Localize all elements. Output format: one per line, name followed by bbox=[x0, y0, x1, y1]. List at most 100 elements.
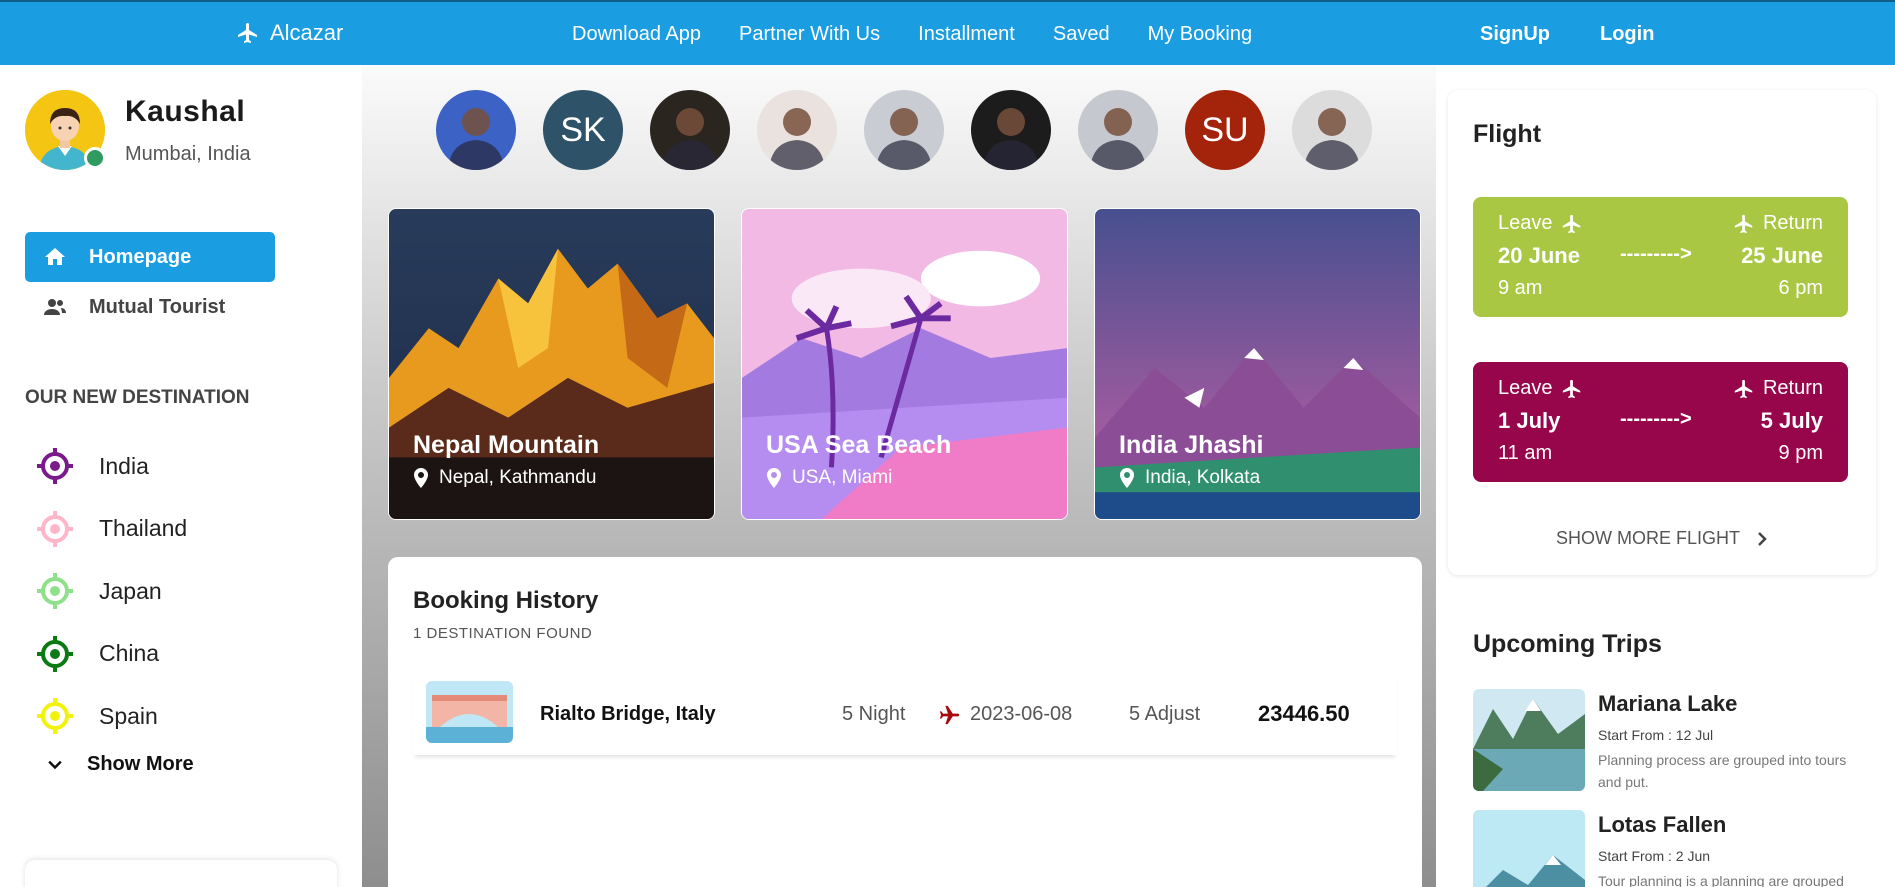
sidebar-item-label: Mutual Tourist bbox=[89, 295, 226, 318]
booking-date: 2023-06-08 bbox=[970, 703, 1073, 725]
destination-item[interactable]: Thailand bbox=[35, 498, 187, 561]
plane-icon bbox=[1734, 214, 1753, 233]
person-avatar[interactable] bbox=[864, 90, 944, 170]
trip-name: Mariana Lake bbox=[1598, 691, 1738, 716]
nav-download-app[interactable]: Download App bbox=[572, 23, 701, 46]
trip-name: Lotas Fallen bbox=[1598, 812, 1727, 837]
target-icon bbox=[37, 510, 73, 547]
booking-history-subtitle: 1 DESTINATION FOUND bbox=[413, 625, 593, 642]
trip-thumbnail bbox=[1473, 689, 1585, 791]
brand-name: Alcazar bbox=[270, 20, 344, 45]
booking-destination: Rialto Bridge, Italy bbox=[540, 703, 716, 725]
destination-name: India bbox=[99, 452, 149, 479]
user-photo-icon bbox=[983, 108, 1039, 170]
card-location: India, Kolkata bbox=[1119, 467, 1260, 489]
leave-label-group: Leave bbox=[1498, 212, 1583, 235]
destination-name: China bbox=[99, 640, 160, 667]
flight-panel: Flight Leave Return 20 June ---------> 2… bbox=[1448, 90, 1876, 575]
card-location-label: USA, Miami bbox=[792, 467, 893, 488]
home-icon bbox=[45, 248, 65, 265]
person-avatar[interactable] bbox=[971, 90, 1051, 170]
show-more-flight-button[interactable]: SHOW MORE FLIGHT bbox=[1556, 528, 1770, 549]
trip-start: Start From : 12 Jul bbox=[1598, 727, 1714, 743]
destination-item[interactable]: Spain bbox=[35, 685, 187, 748]
nav-partner-with-us[interactable]: Partner With Us bbox=[739, 23, 880, 46]
plane-icon bbox=[1562, 379, 1580, 398]
sidebar-menu: Homepage Mutual Tourist bbox=[25, 232, 275, 332]
person-avatar[interactable] bbox=[1078, 90, 1158, 170]
booking-history-panel: Booking History 1 DESTINATION FOUND Rial… bbox=[388, 557, 1422, 887]
brand-logo[interactable]: Alcazar bbox=[236, 20, 343, 46]
destination-card-nepal[interactable]: Nepal Mountain Nepal, Kathmandu bbox=[388, 208, 715, 520]
trip-description: Planning process are grouped into tours … bbox=[1598, 752, 1847, 790]
destination-name: Spain bbox=[99, 702, 158, 729]
sidebar-item-homepage[interactable]: Homepage bbox=[25, 232, 275, 282]
person-avatar[interactable] bbox=[650, 90, 730, 170]
destination-list: India Thailand Japan China Spain bbox=[35, 435, 187, 748]
destination-item[interactable]: India bbox=[35, 435, 187, 498]
sidebar-item-mutual-tourist[interactable]: Mutual Tourist bbox=[25, 282, 275, 332]
user-photo-icon bbox=[448, 108, 504, 170]
user-photo-icon bbox=[769, 108, 825, 170]
table-row[interactable]: Rialto Bridge, Italy 5 Night 2023-06-08 … bbox=[413, 675, 1397, 755]
destination-item[interactable]: China bbox=[35, 623, 187, 686]
person-avatar[interactable]: SU bbox=[1185, 90, 1265, 170]
destination-card-usa[interactable]: USA Sea Beach USA, Miami bbox=[741, 208, 1068, 520]
booking-adjust: 5 Adjust bbox=[1129, 703, 1201, 725]
signup-link[interactable]: SignUp bbox=[1480, 23, 1550, 46]
return-label-group: Return bbox=[1733, 212, 1823, 235]
trip-start: Start From : 2 Jun bbox=[1598, 848, 1711, 864]
departure-time: 9 am bbox=[1498, 277, 1543, 299]
person-avatar[interactable] bbox=[436, 90, 516, 170]
online-status-dot bbox=[84, 147, 106, 169]
trip-thumbnail bbox=[1473, 810, 1585, 887]
show-more-flight-label: SHOW MORE FLIGHT bbox=[1556, 528, 1740, 548]
show-more-destinations-button[interactable]: Show More bbox=[45, 753, 194, 776]
profile-location: Mumbai, India bbox=[125, 143, 251, 165]
card-location-label: India, Kolkata bbox=[1145, 467, 1261, 488]
flight-card[interactable]: Leave Return 1 July ---------> 5 July 11… bbox=[1473, 362, 1848, 482]
card-title: India Jhashi bbox=[1119, 431, 1264, 459]
sidebar: Kaushal Mumbai, India Homepage Mutual To… bbox=[0, 65, 362, 887]
return-time: 9 pm bbox=[1778, 442, 1823, 464]
person-avatar[interactable]: SK bbox=[543, 90, 623, 170]
login-link[interactable]: Login bbox=[1600, 23, 1654, 46]
nav-installment[interactable]: Installment bbox=[918, 23, 1015, 46]
profile-name: Kaushal bbox=[125, 95, 246, 128]
airplane-icon bbox=[939, 705, 960, 725]
departure-time: 11 am bbox=[1498, 442, 1553, 464]
flight-card[interactable]: Leave Return 20 June ---------> 25 June … bbox=[1473, 197, 1848, 317]
people-stories: SK SU bbox=[436, 90, 1372, 170]
departure-date: 1 July bbox=[1498, 408, 1561, 433]
person-avatar[interactable] bbox=[757, 90, 837, 170]
leave-label: Leave bbox=[1498, 212, 1553, 234]
destination-name: Thailand bbox=[99, 515, 188, 542]
user-photo-icon bbox=[1090, 108, 1146, 170]
card-location-label: Nepal, Kathmandu bbox=[439, 467, 597, 488]
users-icon bbox=[44, 299, 66, 315]
trip-description: Tour planning is a planning are grouped bbox=[1598, 873, 1844, 887]
booking-nights: 5 Night bbox=[842, 703, 906, 725]
target-icon bbox=[37, 448, 73, 485]
return-time: 6 pm bbox=[1778, 277, 1823, 299]
location-pin-icon bbox=[1120, 468, 1134, 488]
destinations-heading: OUR NEW DESTINATION bbox=[25, 387, 250, 408]
promo-card bbox=[25, 860, 337, 887]
return-date: 25 June bbox=[1741, 243, 1823, 268]
nav-my-booking[interactable]: My Booking bbox=[1148, 23, 1253, 46]
booking-history-title: Booking History bbox=[413, 587, 599, 614]
user-photo-icon bbox=[876, 108, 932, 170]
list-item[interactable]: Mariana Lake Start From : 12 Jul Plannin… bbox=[1473, 689, 1873, 791]
list-item[interactable]: Lotas Fallen Start From : 2 Jun Tour pla… bbox=[1473, 810, 1873, 887]
return-label-group: Return bbox=[1733, 377, 1823, 400]
chevron-right-icon bbox=[1758, 531, 1767, 546]
booking-price: 23446.50 bbox=[1258, 701, 1350, 726]
return-label: Return bbox=[1762, 212, 1823, 234]
person-avatar[interactable] bbox=[1292, 90, 1372, 170]
destination-card-india[interactable]: India Jhashi India, Kolkata bbox=[1094, 208, 1421, 520]
avatar-initials: SU bbox=[1201, 110, 1249, 149]
plane-icon bbox=[1734, 379, 1753, 398]
nav-saved[interactable]: Saved bbox=[1053, 23, 1110, 46]
upcoming-trips-title: Upcoming Trips bbox=[1473, 630, 1662, 658]
destination-item[interactable]: Japan bbox=[35, 560, 187, 623]
